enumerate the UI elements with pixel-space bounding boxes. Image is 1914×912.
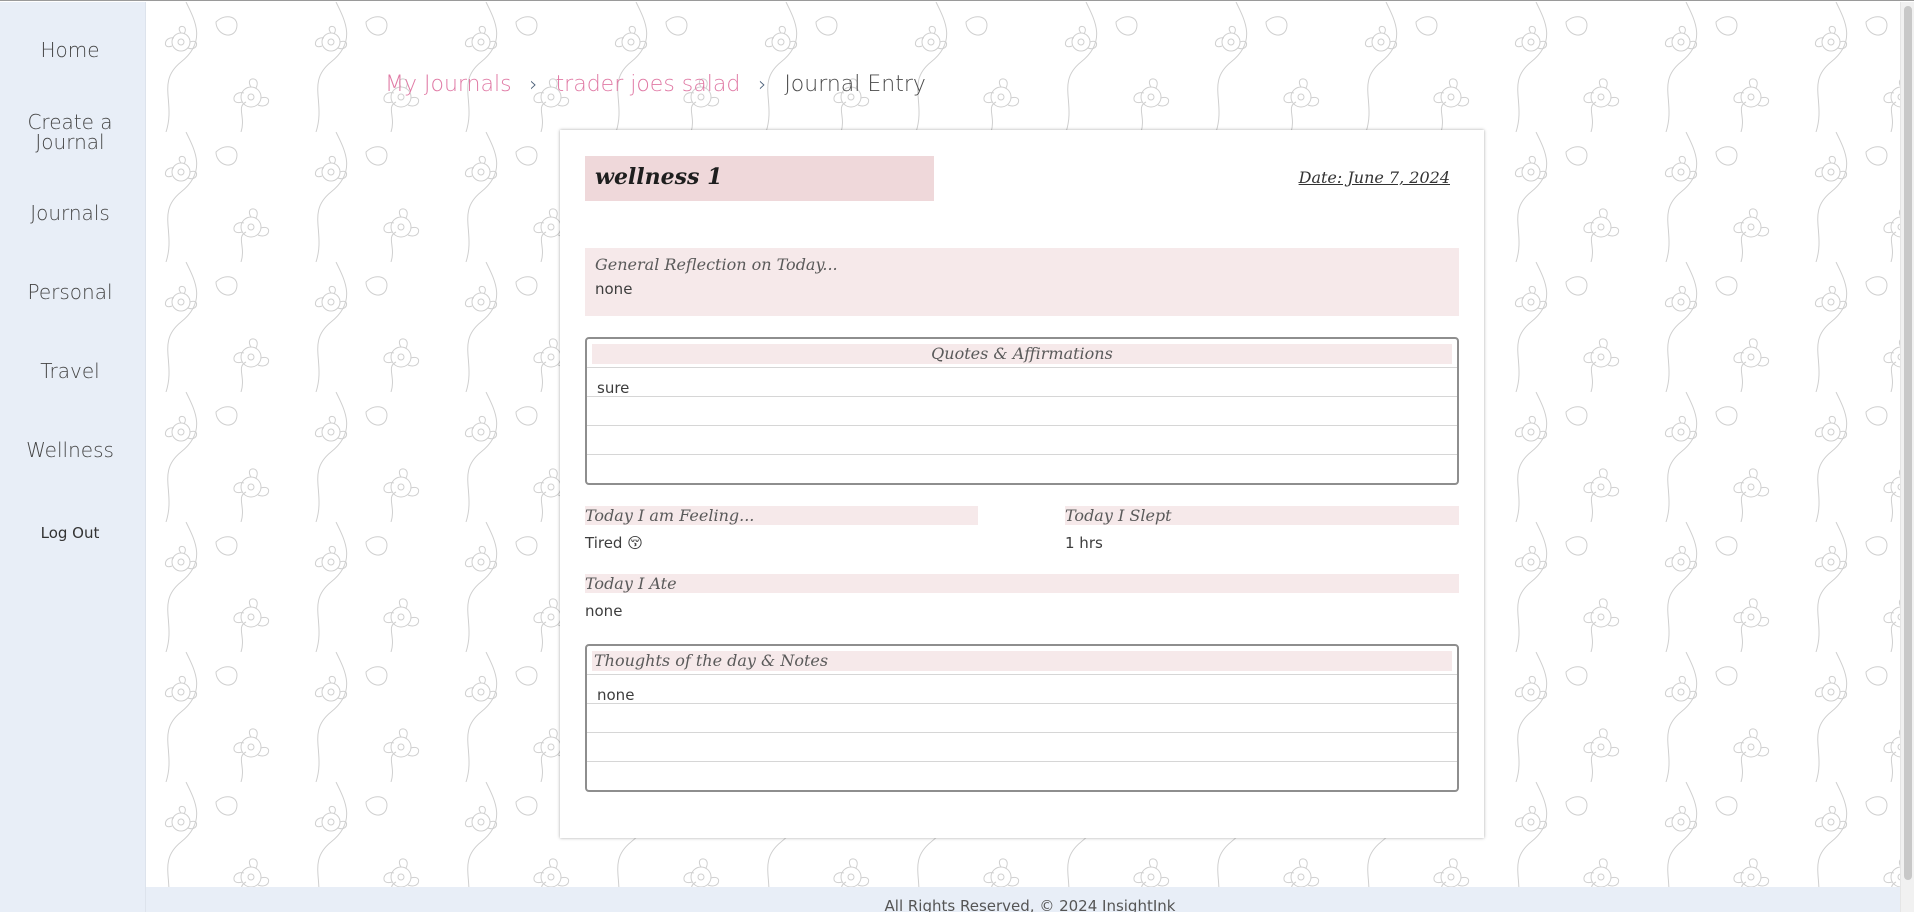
quotes-label: Quotes & Affirmations bbox=[592, 344, 1452, 364]
breadcrumb: My Journals › trader joes salad › Journa… bbox=[385, 68, 926, 100]
entry-title: wellness 1 bbox=[585, 156, 934, 201]
vertical-scrollbar[interactable] bbox=[1900, 2, 1914, 912]
quotes-value: sure bbox=[597, 379, 630, 397]
quotes-section: Quotes & Affirmations sure bbox=[585, 337, 1459, 485]
divider bbox=[587, 674, 1457, 675]
sidebar-item-wellness[interactable]: Wellness bbox=[0, 440, 140, 460]
chevron-right-icon: › bbox=[758, 72, 767, 96]
sidebar: Home Create a Journal Journals Personal … bbox=[0, 2, 146, 912]
breadcrumb-current: Journal Entry bbox=[784, 71, 926, 97]
reflection-section: General Reflection on Today... none bbox=[585, 248, 1459, 316]
divider bbox=[587, 703, 1457, 704]
slept-value: 1 hrs bbox=[1065, 534, 1103, 552]
sidebar-item-travel[interactable]: Travel bbox=[0, 361, 140, 381]
divider bbox=[587, 367, 1457, 368]
footer: All Rights Reserved, © 2024 InsightInk bbox=[146, 887, 1914, 912]
logout-button[interactable]: Log Out bbox=[0, 523, 140, 543]
main-content: My Journals › trader joes salad › Journa… bbox=[146, 2, 1914, 887]
notes-label: Thoughts of the day & Notes bbox=[592, 651, 1452, 671]
notes-value: none bbox=[597, 686, 635, 704]
sidebar-item-create-journal[interactable]: Create a Journal bbox=[0, 112, 140, 152]
journal-entry-card: wellness 1 Date: June 7, 2024 General Re… bbox=[560, 130, 1484, 838]
sidebar-item-journals[interactable]: Journals bbox=[0, 203, 140, 223]
entry-date: Date: June 7, 2024 bbox=[1298, 168, 1450, 187]
divider bbox=[587, 396, 1457, 397]
footer-copyright: All Rights Reserved, © 2024 InsightInk bbox=[884, 897, 1176, 912]
feeling-value: Tired 😚 bbox=[585, 534, 643, 552]
slept-label: Today I Slept bbox=[1065, 506, 1459, 525]
breadcrumb-my-journals[interactable]: My Journals bbox=[385, 72, 512, 97]
scrollbar-thumb[interactable] bbox=[1904, 6, 1912, 880]
notes-section: Thoughts of the day & Notes none bbox=[585, 644, 1459, 792]
sidebar-item-home[interactable]: Home bbox=[0, 40, 140, 60]
reflection-label: General Reflection on Today... bbox=[595, 255, 838, 274]
breadcrumb-journal[interactable]: trader joes salad bbox=[556, 72, 741, 97]
ate-label: Today I Ate bbox=[585, 574, 1459, 593]
reflection-value: none bbox=[595, 280, 633, 298]
divider bbox=[587, 425, 1457, 426]
chevron-right-icon: › bbox=[529, 72, 538, 96]
divider bbox=[587, 761, 1457, 762]
divider bbox=[587, 732, 1457, 733]
feeling-label: Today I am Feeling... bbox=[585, 506, 978, 525]
divider bbox=[587, 454, 1457, 455]
ate-value: none bbox=[585, 602, 623, 620]
sidebar-item-personal[interactable]: Personal bbox=[0, 282, 140, 302]
